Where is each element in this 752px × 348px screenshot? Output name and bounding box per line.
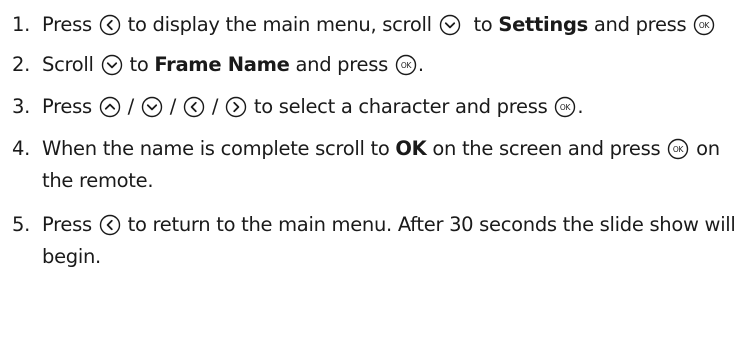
step-number: 5. bbox=[12, 213, 31, 236]
step-text: Scroll to Frame Name and press OK. bbox=[42, 53, 424, 76]
left-arrow-button-icon bbox=[183, 96, 205, 118]
step-number: 3. bbox=[12, 95, 31, 118]
step-text: Press to display the main menu, scroll t… bbox=[42, 9, 748, 41]
left-arrow-button-icon bbox=[99, 214, 121, 236]
settings-label: Settings bbox=[498, 13, 588, 36]
step-text: When the name is complete scroll to OK o… bbox=[42, 137, 720, 192]
step-number: 1. bbox=[12, 13, 31, 36]
ok-button-icon: OK bbox=[693, 14, 715, 36]
down-arrow-button-icon bbox=[439, 14, 461, 36]
step-text: Press to return to the main menu. After … bbox=[42, 213, 736, 268]
svg-text:OK: OK bbox=[401, 61, 413, 70]
svg-text:OK: OK bbox=[699, 21, 711, 30]
ok-button-icon: OK bbox=[395, 54, 417, 76]
left-arrow-button-icon bbox=[99, 14, 121, 36]
ok-button-icon: OK bbox=[667, 138, 689, 160]
svg-text:OK: OK bbox=[673, 145, 685, 154]
ok-button-icon: OK bbox=[554, 96, 576, 118]
step-2: 2. Scroll to Frame Name and press OK. bbox=[12, 49, 748, 81]
down-arrow-button-icon bbox=[101, 54, 123, 76]
step-4: 4. When the name is complete scroll to O… bbox=[12, 133, 748, 197]
step-number: 2. bbox=[12, 53, 31, 76]
frame-name-label: Frame Name bbox=[154, 53, 290, 76]
step-number: 4. bbox=[12, 137, 31, 160]
down-arrow-button-icon bbox=[141, 96, 163, 118]
instruction-steps: 1. Press to display the main menu, scrol… bbox=[12, 9, 748, 284]
step-text: Press / / / to select a character and pr… bbox=[42, 95, 584, 118]
step-3: 3. Press / / / to select a character and… bbox=[12, 91, 748, 123]
step-5: 5. Press to return to the main menu. Aft… bbox=[12, 209, 748, 273]
step-1: 1. Press to display the main menu, scrol… bbox=[12, 9, 748, 41]
right-arrow-button-icon bbox=[225, 96, 247, 118]
up-arrow-button-icon bbox=[99, 96, 121, 118]
svg-text:OK: OK bbox=[560, 103, 572, 112]
ok-label: OK bbox=[395, 137, 427, 160]
